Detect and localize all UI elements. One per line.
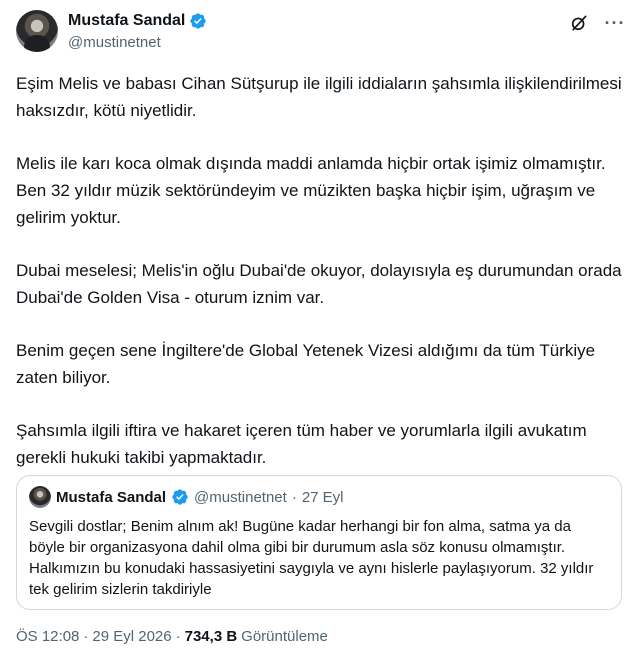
grok-icon[interactable] (568, 12, 590, 34)
tweet-paragraph: Eşim Melis ve babası Cihan Sütşurup ile … (16, 74, 627, 120)
tweet-paragraph: Benim geçen sene İngiltere'de Global Yet… (16, 341, 600, 387)
grok-icon-glyph (571, 15, 587, 31)
author-handle[interactable]: @mustinetnet (68, 34, 161, 51)
name-row: Mustafa Sandal (68, 12, 207, 30)
views-label: Görüntüleme (241, 628, 328, 645)
quoted-tweet-header: Mustafa Sandal @mustinetnet · 27 Eyl (29, 486, 344, 508)
tweet-paragraph: Dubai meselesi; Melis'in oğlu Dubai'de o… (16, 261, 627, 307)
quoted-text: Sevgili dostlar; Benim alnım ak! Bugüne … (29, 518, 594, 598)
meta-separator: · (83, 628, 89, 645)
tweet-paragraph: Şahsımla ilgili iftira ve hakaret içeren… (16, 421, 592, 467)
tweet: Mustafa Sandal @mustinetnet ··· Eşim Mel… (0, 0, 640, 663)
tweet-text: Eşim Melis ve babası Cihan Sütşurup ile … (16, 70, 622, 497)
quoted-handle: @mustinetnet (194, 488, 287, 506)
quoted-avatar (29, 486, 51, 508)
quoted-date: 27 Eyl (301, 488, 344, 506)
quoted-tweet[interactable]: Mustafa Sandal @mustinetnet · 27 Eyl Sev… (16, 475, 622, 610)
author-display-name[interactable]: Mustafa Sandal (68, 12, 185, 30)
verified-badge-icon (172, 489, 188, 505)
header-actions: ··· (568, 12, 626, 34)
quoted-separator: · (291, 488, 297, 506)
tweet-header: Mustafa Sandal @mustinetnet ··· (16, 10, 626, 56)
tweet-paragraph: Melis ile karı koca olmak dışında maddi … (16, 154, 611, 227)
tweet-time[interactable]: ÖS 12:08 (16, 628, 79, 645)
tweet-date[interactable]: 29 Eyl 2026 (92, 628, 171, 645)
more-icon[interactable]: ··· (604, 12, 626, 34)
views-count: 734,3 B (184, 628, 238, 645)
avatar[interactable] (16, 10, 58, 52)
quoted-display-name: Mustafa Sandal (56, 488, 167, 506)
meta-separator: · (175, 628, 181, 645)
tweet-meta: ÖS 12:08 · 29 Eyl 2026 · 734,3 B Görüntü… (16, 628, 328, 645)
verified-badge-icon (190, 13, 207, 29)
